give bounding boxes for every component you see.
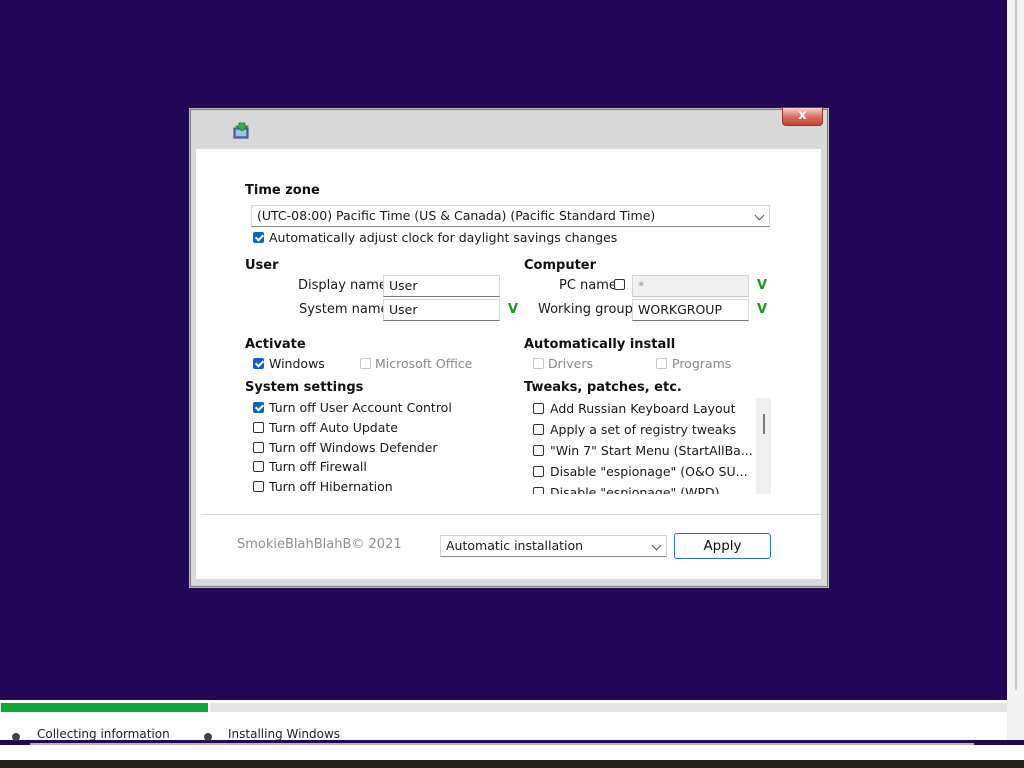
tweak-registry-checkbox[interactable] <box>533 424 544 435</box>
tweak-espionage-oo-checkbox[interactable] <box>533 466 544 477</box>
chevron-down-icon <box>651 540 662 551</box>
defender-checkbox[interactable] <box>253 442 264 453</box>
install-drivers-label: Drivers <box>548 356 593 371</box>
tweaks-scrollbar[interactable] <box>756 398 771 494</box>
pc-name-checkbox[interactable] <box>614 279 625 290</box>
setup-progress-fill <box>1 703 209 712</box>
activate-office-checkbox[interactable] <box>360 358 371 369</box>
tweaks-scrollbar-thumb[interactable] <box>763 414 765 434</box>
system-name-label: System name <box>299 302 389 317</box>
workgroup-valid-icon: V <box>757 302 768 317</box>
apply-button[interactable]: Apply <box>674 533 771 559</box>
copyright-text: SmokieBlahBlahB© 2021 <box>237 537 402 552</box>
tweak-start-menu-checkbox[interactable] <box>533 445 544 456</box>
tweak-espionage-wpd-checkbox[interactable] <box>533 487 544 494</box>
defender-label: Turn off Windows Defender <box>269 440 438 455</box>
auto-install-title: Automatically install <box>524 337 676 352</box>
step-installing-bullet-icon <box>204 733 212 741</box>
activate-title: Activate <box>245 337 306 352</box>
tweak-start-menu-label: "Win 7" Start Menu (StartAllBa... <box>550 443 753 458</box>
auto-update-label: Turn off Auto Update <box>269 420 398 435</box>
activate-office-label: Microsoft Office <box>375 356 473 371</box>
taskbar-edge <box>0 760 1024 768</box>
app-icon <box>233 122 251 140</box>
firewall-checkbox[interactable] <box>253 461 264 472</box>
install-programs-label: Programs <box>672 356 732 371</box>
activate-windows-label: Windows <box>269 356 325 371</box>
install-mode-select[interactable]: Automatic installation <box>440 535 667 557</box>
display-name-label: Display name <box>298 278 387 293</box>
step-collecting-label: Collecting information <box>37 727 170 741</box>
pc-name-label: PC name <box>559 278 617 293</box>
install-programs-checkbox[interactable] <box>656 358 667 369</box>
system-settings-title: System settings <box>245 380 364 395</box>
tweak-russian-layout-checkbox[interactable] <box>533 403 544 414</box>
tweaks-title: Tweaks, patches, etc. <box>524 380 682 395</box>
tweak-espionage-oo-label: Disable "espionage" (O&O SU... <box>550 464 748 479</box>
bottom-white-strip <box>0 745 1024 760</box>
pc-name-input[interactable]: * <box>632 275 749 297</box>
step-collecting-bullet-icon <box>12 733 20 741</box>
tweak-espionage-wpd-label: Disable "espionage" (WPD) <box>550 485 720 494</box>
display-name-input[interactable]: User <box>383 275 500 297</box>
tweak-russian-layout-label: Add Russian Keyboard Layout <box>550 401 736 416</box>
system-name-valid-icon: V <box>508 302 519 317</box>
step-installing-label: Installing Windows <box>228 727 341 741</box>
timezone-select-value: (UTC-08:00) Pacific Time (US & Canada) (… <box>257 208 656 223</box>
system-name-input[interactable]: User <box>383 299 500 321</box>
daylight-label: Automatically adjust clock for daylight … <box>269 230 618 245</box>
user-title: User <box>245 258 279 273</box>
progress-separator <box>208 703 210 713</box>
firewall-label: Turn off Firewall <box>269 459 367 474</box>
tweak-registry-label: Apply a set of registry tweaks <box>550 422 737 437</box>
install-mode-value: Automatic installation <box>446 538 584 553</box>
hibernation-checkbox[interactable] <box>253 481 264 492</box>
auto-update-checkbox[interactable] <box>253 422 264 433</box>
timezone-select[interactable]: (UTC-08:00) Pacific Time (US & Canada) (… <box>251 205 770 227</box>
chevron-down-icon <box>754 210 765 221</box>
workgroup-label: Working group <box>538 302 633 317</box>
tweaks-list[interactable]: Add Russian Keyboard Layout Apply a set … <box>528 398 755 494</box>
right-edge-line <box>1015 0 1017 690</box>
timezone-title: Time zone <box>245 183 320 198</box>
daylight-checkbox[interactable] <box>253 232 264 243</box>
uac-label: Turn off User Account Control <box>269 400 452 415</box>
activate-windows-checkbox[interactable] <box>253 358 264 369</box>
workgroup-input[interactable]: WORKGROUP <box>632 299 749 321</box>
uac-checkbox[interactable] <box>253 402 264 413</box>
install-drivers-checkbox[interactable] <box>533 358 544 369</box>
computer-title: Computer <box>524 258 597 273</box>
close-button[interactable]: x <box>782 107 823 126</box>
pc-name-valid-icon: V <box>757 278 768 293</box>
footer-divider <box>201 514 821 515</box>
hibernation-label: Turn off Hibernation <box>269 479 393 494</box>
